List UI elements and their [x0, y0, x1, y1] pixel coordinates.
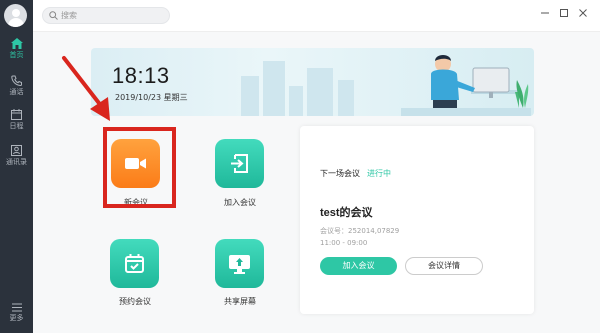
- search-icon: [49, 11, 58, 20]
- sidebar-item-schedule[interactable]: 日程: [0, 109, 33, 139]
- calendar-check-icon: [125, 254, 144, 273]
- sidebar-item-label: 通话: [9, 88, 24, 96]
- share-screen-button[interactable]: [215, 239, 264, 288]
- meeting-status-badge: 进行中: [367, 169, 391, 178]
- calendar-icon: [11, 109, 22, 120]
- avatar[interactable]: [4, 4, 27, 27]
- next-meeting-card: 下一场会议 进行中 test的会议 会议号：252014,07829 11:00…: [300, 126, 534, 314]
- sidebar: 首页 通话 日程 通讯录 更多: [0, 0, 33, 333]
- meeting-title: test的会议: [320, 207, 373, 219]
- sidebar-item-contacts[interactable]: 通讯录: [0, 145, 33, 175]
- join-meeting-button[interactable]: [215, 139, 264, 188]
- current-time: 18:13: [112, 63, 170, 88]
- sidebar-item-label: 首页: [9, 51, 24, 59]
- current-date: 2019/10/23 星期三: [115, 93, 188, 102]
- meeting-id: 会议号：252014,07829: [320, 227, 400, 235]
- schedule-meeting-button[interactable]: [110, 239, 159, 288]
- sidebar-item-more[interactable]: 更多: [0, 303, 33, 333]
- title-bar: 搜索: [33, 0, 600, 32]
- contacts-icon: [11, 145, 22, 156]
- phone-icon: [11, 75, 22, 86]
- share-screen-label: 共享屏幕: [224, 297, 256, 306]
- next-meeting-header: 下一场会议: [320, 169, 360, 178]
- home-icon: [10, 38, 23, 49]
- welcome-banner: 18:13 2019/10/23 星期三: [91, 48, 534, 116]
- search-placeholder: 搜索: [61, 11, 77, 20]
- join-meeting-card-button[interactable]: 加入会议: [320, 257, 397, 275]
- red-arrow-annotation: [62, 56, 110, 121]
- share-screen-icon: [229, 255, 250, 274]
- join-meeting-icon: [231, 154, 248, 173]
- maximize-button[interactable]: [557, 4, 571, 17]
- highlight-box-annotation: [103, 127, 176, 208]
- meeting-app-window: 首页 通话 日程 通讯录 更多 搜索 18:13 2019/10/23 星期三 …: [0, 0, 600, 333]
- sidebar-item-calls[interactable]: 通话: [0, 75, 33, 105]
- office-worker-illustration: [401, 55, 531, 116]
- sidebar-item-label: 更多: [9, 314, 24, 322]
- sidebar-item-label: 通讯录: [6, 158, 27, 166]
- sidebar-item-home[interactable]: 首页: [0, 38, 33, 68]
- more-icon: [11, 303, 22, 312]
- schedule-meeting-label: 预约会议: [119, 297, 151, 306]
- minimize-button[interactable]: [538, 4, 552, 16]
- meeting-time: 11:00 - 09:00: [320, 239, 368, 247]
- minimize-icon: [541, 12, 549, 14]
- close-button[interactable]: [576, 4, 590, 17]
- join-meeting-label: 加入会议: [224, 198, 256, 207]
- close-icon: [579, 9, 587, 17]
- maximize-icon: [560, 9, 568, 17]
- search-input[interactable]: 搜索: [42, 7, 170, 24]
- meeting-details-button[interactable]: 会议详情: [405, 257, 483, 275]
- sidebar-item-label: 日程: [9, 122, 24, 130]
